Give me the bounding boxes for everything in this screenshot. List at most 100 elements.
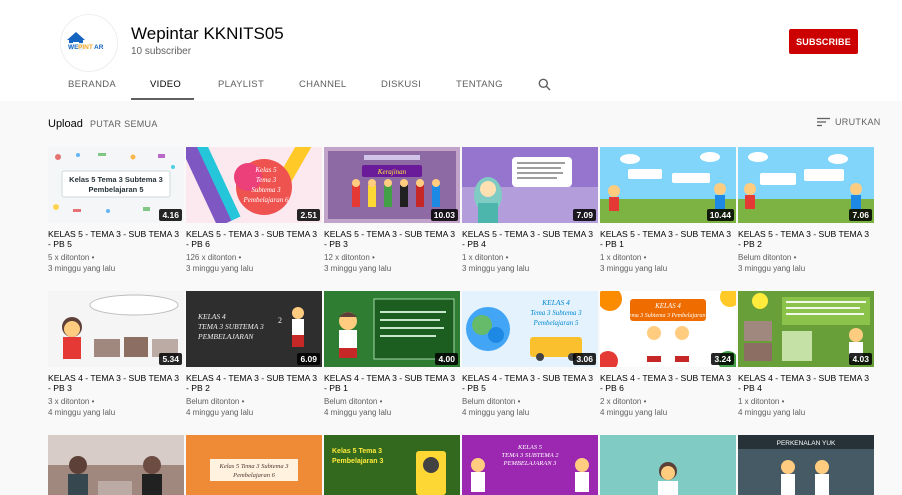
video-card[interactable]: 4.00 KELAS 4 - TEMA 3 - SUB TEMA 3 - PB … (324, 291, 460, 418)
svg-text:Pembelajaran 6: Pembelajaran 6 (243, 196, 289, 204)
video-card[interactable]: Kerajinan 10.03 KELAS 5 - TEMA 3 - SUB T… (324, 147, 460, 274)
video-thumbnail[interactable]: Kelas 5 Tema 3 Subtema 3 Pembelajaran 5 … (48, 147, 184, 223)
video-thumbnail[interactable]: Kerajinan 10.03 (324, 147, 460, 223)
video-card[interactable]: Kelas 5 Tema 3 Subtema 3 Pembelajaran 5 … (48, 147, 184, 274)
svg-text:Kelas 5: Kelas 5 (254, 166, 277, 174)
video-title[interactable]: KELAS 4 - TEMA 3 - SUB TEMA 3 - PB 2 (186, 373, 322, 393)
video-age: 4 minggu yang lalu (600, 408, 668, 417)
video-duration: 7.09 (573, 209, 596, 221)
svg-text:Kerajinan: Kerajinan (377, 168, 407, 176)
sort-icon (817, 117, 830, 127)
video-card[interactable] (48, 435, 184, 495)
tab-playlist[interactable]: PLAYLIST (218, 79, 264, 90)
video-title[interactable]: KELAS 4 - TEMA 3 - SUB TEMA 3 - PB 1 (324, 373, 460, 393)
video-title[interactable]: KELAS 4 - TEMA 3 - SUB TEMA 3 - PB 6 (600, 373, 736, 393)
video-age: 3 minggu yang lalu (738, 264, 806, 273)
video-card[interactable]: 5.34 KELAS 4 - TEMA 3 - SUB TEMA 3 - PB … (48, 291, 184, 418)
video-age: 4 minggu yang lalu (324, 408, 392, 417)
video-title[interactable]: KELAS 5 - TEMA 3 - SUB TEMA 3 - PB 6 (186, 229, 322, 249)
video-thumbnail[interactable] (48, 435, 184, 495)
video-age: 4 minggu yang lalu (738, 408, 806, 417)
video-title[interactable]: KELAS 5 - TEMA 3 - SUB TEMA 3 - PB 1 (600, 229, 736, 249)
video-card[interactable]: 4.03 KELAS 4 - TEMA 3 - SUB TEMA 3 - PB … (738, 291, 874, 418)
search-icon[interactable] (538, 78, 551, 96)
video-card[interactable]: KELAS 5 TEMA 3 SUBTEMA 2 PEMBELAJARAN 3 (462, 435, 598, 495)
active-tab-indicator (131, 98, 194, 100)
video-thumbnail[interactable]: Kelas 5 Tema 3 Pembelajaran 3 (324, 435, 460, 495)
video-card[interactable]: KELAS 4 TEMA 3 SUBTEMA 3 PEMBELAJARAN 2 … (186, 291, 322, 418)
video-card[interactable]: PERKENALAN YUK (738, 435, 874, 495)
video-thumbnail[interactable]: Kelas 5 Tema 3 Subtema 3 Pembelajaran 6 … (186, 147, 322, 223)
video-title[interactable]: KELAS 4 - TEMA 3 - SUB TEMA 3 - PB 3 (48, 373, 184, 393)
video-age: 4 minggu yang lalu (462, 408, 530, 417)
svg-text:2: 2 (278, 316, 282, 325)
video-thumbnail[interactable]: 4.00 (324, 291, 460, 367)
video-views: Belum ditonton • (738, 253, 797, 262)
video-thumbnail[interactable]: KELAS 4 Tema 3 Subtema 3 Pembelajaran 6 … (600, 291, 736, 367)
svg-text:Tema 3 Subtema 3 Pembelajaran: Tema 3 Subtema 3 Pembelajaran 6 (626, 313, 710, 319)
video-thumbnail[interactable]: KELAS 4 Tema 3 Subtema 3 Pembelajaran 5 … (462, 291, 598, 367)
video-thumbnail[interactable]: KELAS 4 TEMA 3 SUBTEMA 3 PEMBELAJARAN 2 … (186, 291, 322, 367)
video-views: 3 x ditonton • (48, 397, 95, 406)
video-card[interactable]: KELAS 4 Tema 3 Subtema 3 Pembelajaran 5 … (462, 291, 598, 418)
video-age: 3 minggu yang lalu (48, 264, 116, 273)
section-title[interactable]: Upload (48, 118, 83, 130)
svg-text:Tema 3 Subtema 3: Tema 3 Subtema 3 (530, 309, 582, 317)
video-title[interactable]: KELAS 5 - TEMA 3 - SUB TEMA 3 - PB 5 (48, 229, 184, 249)
video-thumbnail[interactable]: PERKENALAN YUK (738, 435, 874, 495)
video-card[interactable]: Kelas 5 Tema 3 Pembelajaran 3 (324, 435, 460, 495)
tab-tentang[interactable]: TENTANG (456, 79, 503, 90)
video-thumbnail[interactable] (600, 435, 736, 495)
channel-name[interactable]: Wepintar KKNITS05 (131, 24, 284, 44)
video-duration: 6.09 (297, 353, 320, 365)
video-card[interactable]: 7.09 KELAS 5 - TEMA 3 - SUB TEMA 3 - PB … (462, 147, 598, 274)
video-title[interactable]: KELAS 5 - TEMA 3 - SUB TEMA 3 - PB 3 (324, 229, 460, 249)
tab-diskusi[interactable]: DISKUSI (381, 79, 421, 90)
video-views: 2 x ditonton • (600, 397, 647, 406)
video-thumbnail[interactable]: 7.06 (738, 147, 874, 223)
video-duration: 4.00 (435, 353, 458, 365)
video-card[interactable]: Kelas 5 Tema 3 Subtema 3 Pembelajaran 6 … (186, 147, 322, 274)
subscribe-button[interactable]: SUBSCRIBE (789, 29, 858, 54)
tab-channel[interactable]: CHANNEL (299, 79, 347, 90)
video-views: 5 x ditonton • (48, 253, 95, 262)
video-card[interactable]: 10.44 KELAS 5 - TEMA 3 - SUB TEMA 3 - PB… (600, 147, 736, 274)
svg-text:Kelas 5 Tema 3: Kelas 5 Tema 3 (332, 448, 382, 455)
video-thumbnail[interactable]: 10.44 (600, 147, 736, 223)
video-views: Belum ditonton • (324, 397, 383, 406)
video-views: Belum ditonton • (462, 397, 521, 406)
video-views: 1 x ditonton • (462, 253, 509, 262)
svg-text:KELAS 4: KELAS 4 (197, 312, 226, 321)
video-thumbnail[interactable]: Kelas 5 Tema 3 Subtema 3 Pembelajaran 6 (186, 435, 322, 495)
channel-avatar[interactable]: WE PINT AR (60, 14, 118, 72)
svg-text:PEMBELAJARAN 3: PEMBELAJARAN 3 (503, 460, 558, 467)
wepintar-logo: WE PINT AR (67, 32, 112, 51)
video-thumbnail[interactable]: 7.09 (462, 147, 598, 223)
svg-text:Pembelajaran 6: Pembelajaran 6 (232, 472, 275, 479)
video-thumbnail[interactable]: 4.03 (738, 291, 874, 367)
sort-button[interactable]: URUTKAN (817, 117, 881, 127)
subscriber-count: 10 subscriber (131, 46, 192, 57)
video-title[interactable]: KELAS 5 - TEMA 3 - SUB TEMA 3 - PB 4 (462, 229, 598, 249)
svg-text:Pembelajaran 5: Pembelajaran 5 (88, 185, 143, 194)
tab-video[interactable]: VIDEO (150, 79, 181, 90)
video-thumbnail[interactable]: KELAS 5 TEMA 3 SUBTEMA 2 PEMBELAJARAN 3 (462, 435, 598, 495)
video-thumbnail[interactable]: 5.34 (48, 291, 184, 367)
video-card[interactable]: Kelas 5 Tema 3 Subtema 3 Pembelajaran 6 (186, 435, 322, 495)
video-card[interactable] (600, 435, 736, 495)
video-duration: 7.06 (849, 209, 872, 221)
video-card[interactable]: KELAS 4 Tema 3 Subtema 3 Pembelajaran 6 … (600, 291, 736, 418)
svg-text:KELAS 5: KELAS 5 (517, 444, 543, 451)
video-title[interactable]: KELAS 4 - TEMA 3 - SUB TEMA 3 - PB 5 (462, 373, 598, 393)
svg-text:PERKENALAN YUK: PERKENALAN YUK (777, 440, 836, 447)
tab-beranda[interactable]: BERANDA (68, 79, 116, 90)
svg-text:PINT: PINT (78, 44, 93, 51)
video-duration: 3.06 (573, 353, 596, 365)
play-all-link[interactable]: PUTAR SEMUA (90, 119, 158, 129)
channel-header: WE PINT AR Wepintar KKNITS05 10 subscrib… (0, 0, 902, 101)
svg-text:Subtema 3: Subtema 3 (251, 186, 281, 194)
sort-label: URUTKAN (835, 117, 881, 127)
video-title[interactable]: KELAS 4 - TEMA 3 - SUB TEMA 3 - PB 4 (738, 373, 874, 393)
video-card[interactable]: 7.06 KELAS 5 - TEMA 3 - SUB TEMA 3 - PB … (738, 147, 874, 274)
video-title[interactable]: KELAS 5 - TEMA 3 - SUB TEMA 3 - PB 2 (738, 229, 874, 249)
